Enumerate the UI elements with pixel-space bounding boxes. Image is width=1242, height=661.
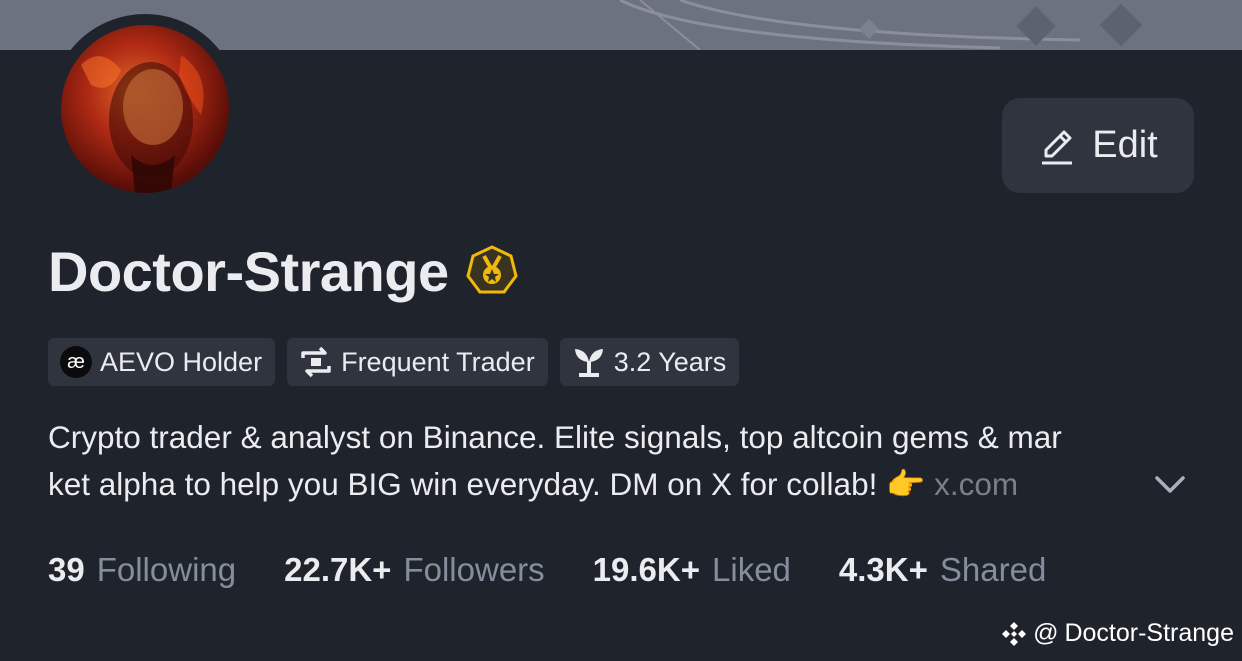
stat-label: Shared — [939, 551, 1047, 588]
profile-badges: æ AEVO Holder Frequent Trader 3.2 Years — [48, 338, 740, 386]
binance-logo-icon — [1002, 621, 1027, 646]
badge-label: 3.2 Years — [613, 346, 727, 377]
stat-label: Followers — [403, 551, 545, 588]
stat-following[interactable]: 39 Following — [48, 551, 236, 589]
badge-frequent-trader[interactable]: Frequent Trader — [287, 338, 548, 386]
stat-value: 19.6K+ — [592, 551, 701, 588]
profile-name-row: Doctor-Strange — [48, 236, 519, 306]
watermark-at: @ — [1033, 619, 1059, 647]
stat-liked[interactable]: 19.6K+ Liked — [593, 551, 791, 589]
profile-name: Doctor-Strange — [48, 239, 449, 303]
repeat-icon — [301, 346, 331, 378]
stat-followers[interactable]: 22.7K+ Followers — [284, 551, 545, 589]
profile-bio: Crypto trader & analyst on Binance. Elit… — [48, 414, 1198, 508]
avatar[interactable] — [50, 14, 240, 204]
verified-medal-icon — [465, 245, 518, 294]
pencil-icon — [1042, 130, 1073, 164]
chevron-down-icon[interactable] — [1150, 464, 1190, 504]
stat-value: 4.3K+ — [838, 551, 928, 588]
bio-line-1: Crypto trader & analyst on Binance. Elit… — [48, 419, 1062, 455]
stat-label: Following — [96, 551, 237, 588]
avatar-image — [61, 25, 229, 193]
bio-text: ket alpha to help you BIG win everyday. … — [48, 466, 887, 502]
stat-value: 22.7K+ — [284, 551, 392, 588]
sprout-icon — [574, 349, 603, 377]
binance-square-watermark: @ Doctor-Strange — [1001, 619, 1234, 648]
stat-value: 39 — [48, 551, 85, 588]
watermark-handle: Doctor-Strange — [1064, 619, 1234, 647]
badge-aevo-holder[interactable]: æ AEVO Holder — [48, 338, 276, 386]
profile-stats: 39 Following 22.7K+ Followers 19.6K+ Lik… — [48, 551, 1046, 589]
badge-label: AEVO Holder — [100, 346, 263, 377]
stat-label: Liked — [712, 551, 791, 588]
edit-button-label: Edit — [1092, 124, 1158, 166]
edit-button[interactable]: Edit — [1002, 98, 1194, 193]
badge-label: Frequent Trader — [341, 346, 535, 377]
badge-years[interactable]: 3.2 Years — [559, 338, 740, 386]
aevo-logo-icon: æ — [60, 346, 92, 378]
bio-link[interactable]: x.com — [934, 466, 1018, 502]
bio-line-2: ket alpha to help you BIG win everyday. … — [48, 461, 1198, 508]
pointing-hand-emoji: 👉 — [886, 466, 926, 502]
stat-shared[interactable]: 4.3K+ Shared — [839, 551, 1046, 589]
